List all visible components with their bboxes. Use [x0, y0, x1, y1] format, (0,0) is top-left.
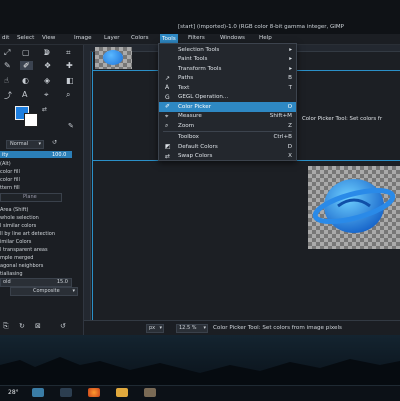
color-picker-icon: ✐: [165, 103, 171, 110]
fill-tool-icon[interactable]: ◈: [44, 76, 50, 85]
menu-item-default-colors[interactable]: ◩ Default Colors D: [159, 142, 296, 152]
files-icon[interactable]: [116, 388, 128, 397]
chevron-down-icon: ▾: [38, 141, 41, 147]
menu-item-swap-colors[interactable]: ⇄ Swap Colors X: [159, 152, 296, 162]
measure-icon: ⌖: [165, 112, 169, 120]
menu-edit[interactable]: dit: [2, 35, 9, 41]
dodge-tool-icon[interactable]: ◐: [22, 76, 29, 85]
threshold-slider[interactable]: old 15.0: [0, 278, 72, 287]
mode-reset-icon[interactable]: ↺: [52, 139, 57, 146]
paths-icon: ↗: [165, 74, 171, 82]
gimp-icon[interactable]: [144, 388, 156, 397]
menu-image[interactable]: Image: [74, 35, 92, 41]
menu-item-paths[interactable]: ↗ Paths B: [159, 74, 296, 84]
menu-colors[interactable]: Colors: [131, 35, 149, 41]
rect-select-tool-icon[interactable]: ▢: [22, 48, 30, 57]
area-option[interactable]: ll by line art detection: [0, 231, 55, 237]
chevron-down-icon: ▾: [203, 325, 206, 331]
gegl-icon: G: [165, 93, 170, 101]
tool-hint-text: Color Picker Tool: Set colors fr: [302, 116, 383, 122]
opacity-slider[interactable]: ity 100.0: [0, 151, 72, 158]
area-option[interactable]: l similar colors: [0, 223, 36, 229]
fill-option[interactable]: color fill: [0, 177, 20, 183]
menu-item-transform-tools[interactable]: Transform Tools ▸: [159, 64, 296, 74]
menu-item-gegl-operation[interactable]: G GEGL Operation...: [159, 93, 296, 103]
menu-help[interactable]: Help: [259, 35, 272, 41]
menu-layer[interactable]: Layer: [104, 35, 120, 41]
menu-select[interactable]: Select: [17, 35, 34, 41]
swap-colors-icon[interactable]: ⇄: [42, 106, 47, 113]
mode-select[interactable]: Normal ▾: [6, 140, 44, 149]
window-title: [start] (imported)-1.0 (RGB color 8-bit …: [178, 24, 344, 30]
vertical-ruler[interactable]: [84, 51, 91, 321]
move-tool-icon[interactable]: ⤢: [4, 48, 10, 58]
menu-item-text[interactable]: A Text T: [159, 83, 296, 93]
fill-option[interactable]: ttern fill: [0, 185, 20, 191]
chevron-right-icon: ▸: [289, 56, 292, 62]
canvas-guide: [92, 52, 93, 320]
logo-image: [312, 179, 396, 233]
zoom-select[interactable]: 12.5 % ▾: [176, 324, 208, 333]
measure-tool-icon[interactable]: ⌖: [44, 90, 49, 100]
taskbar-app-icon[interactable]: [60, 388, 72, 397]
menu-item-paint-tools[interactable]: Paint Tools ▸: [159, 55, 296, 65]
chevron-down-icon: ▾: [159, 325, 162, 331]
antialias-checkbox[interactable]: tialiasing: [0, 271, 23, 277]
diagonal-checkbox[interactable]: agonal neighbors: [0, 263, 43, 269]
chevron-right-icon: ▸: [289, 65, 292, 72]
weather-temperature[interactable]: 28°: [8, 389, 19, 396]
chevron-right-icon: ▸: [289, 46, 292, 53]
wallpaper-landscape: [0, 357, 400, 385]
fill-option[interactable]: color fill: [0, 169, 20, 175]
chevron-down-icon: ▾: [72, 288, 75, 294]
zoom-tool-icon[interactable]: ⌕: [66, 90, 70, 100]
menu-item-zoom[interactable]: ⌕ Zoom Z: [159, 121, 296, 131]
zoom-icon: ⌕: [165, 122, 169, 129]
path-tool-icon[interactable]: ⤴: [4, 90, 12, 101]
heal-tool-icon[interactable]: ✚: [66, 61, 73, 70]
lasso-tool-icon[interactable]: ↇ: [44, 48, 50, 58]
clone-tool-icon[interactable]: ❖: [44, 61, 51, 70]
pattern-field[interactable]: Plane: [0, 193, 62, 202]
composite-select[interactable]: Composite ▾: [10, 287, 78, 296]
swap-colors-icon: ⇄: [165, 152, 171, 160]
fill-area-label: Area (Shift): [0, 207, 29, 213]
menu-item-measure[interactable]: ⌖ Measure Shift+M: [159, 112, 296, 122]
save-options-icon[interactable]: ⎘: [3, 322, 9, 331]
delete-options-icon[interactable]: ⊠: [35, 322, 41, 330]
desktop-wallpaper: [0, 335, 400, 385]
area-option[interactable]: whole selection: [0, 215, 39, 221]
menu-item-color-picker[interactable]: ✐ Color Picker O: [159, 102, 296, 112]
statusbar: px ▾ 12.5 % ▾ Color Picker Tool: Set color…: [84, 320, 400, 335]
firefox-icon[interactable]: [88, 388, 100, 397]
similar-colors-label: imilar Colors: [0, 239, 32, 245]
menu-filters[interactable]: Filters: [188, 35, 205, 41]
tools-menu: Selection Tools ▸ Paint Tools ▸ Transform …: [158, 43, 297, 161]
taskbar-app-icon[interactable]: [32, 388, 44, 397]
color-picker-tool-icon[interactable]: ✐: [20, 61, 33, 70]
text-tool-icon[interactable]: A: [22, 90, 27, 99]
default-colors-icon: ◩: [165, 143, 171, 150]
paint-tool-icon[interactable]: ✎: [4, 61, 11, 70]
background-color-swatch[interactable]: [24, 113, 38, 127]
sample-merged-checkbox[interactable]: mple merged: [0, 255, 33, 261]
menu-item-toolbox[interactable]: Toolbox Ctrl+B: [159, 133, 296, 143]
status-message: Color Picker Tool: Set colors from image…: [213, 325, 342, 331]
menu-item-selection-tools[interactable]: Selection Tools ▸: [159, 45, 296, 55]
unit-select[interactable]: px ▾: [146, 324, 164, 333]
gradient-tool-icon[interactable]: ◧: [66, 76, 74, 85]
fill-type-label: (Alt): [0, 161, 11, 167]
restore-options-icon[interactable]: ↻: [19, 322, 25, 330]
menu-windows[interactable]: Windows: [220, 35, 245, 41]
menu-view[interactable]: View: [42, 35, 55, 41]
reset-options-icon[interactable]: ↺: [60, 322, 66, 330]
brush-preview-icon[interactable]: ✎: [68, 122, 74, 130]
crop-tool-icon[interactable]: ⌗: [66, 48, 71, 58]
image-thumbnail[interactable]: [95, 47, 132, 69]
transparent-checkbox[interactable]: l transparent areas: [0, 247, 48, 253]
image-preview[interactable]: [308, 166, 400, 249]
smudge-tool-icon[interactable]: ☝: [4, 76, 9, 85]
text-icon: A: [165, 84, 170, 91]
